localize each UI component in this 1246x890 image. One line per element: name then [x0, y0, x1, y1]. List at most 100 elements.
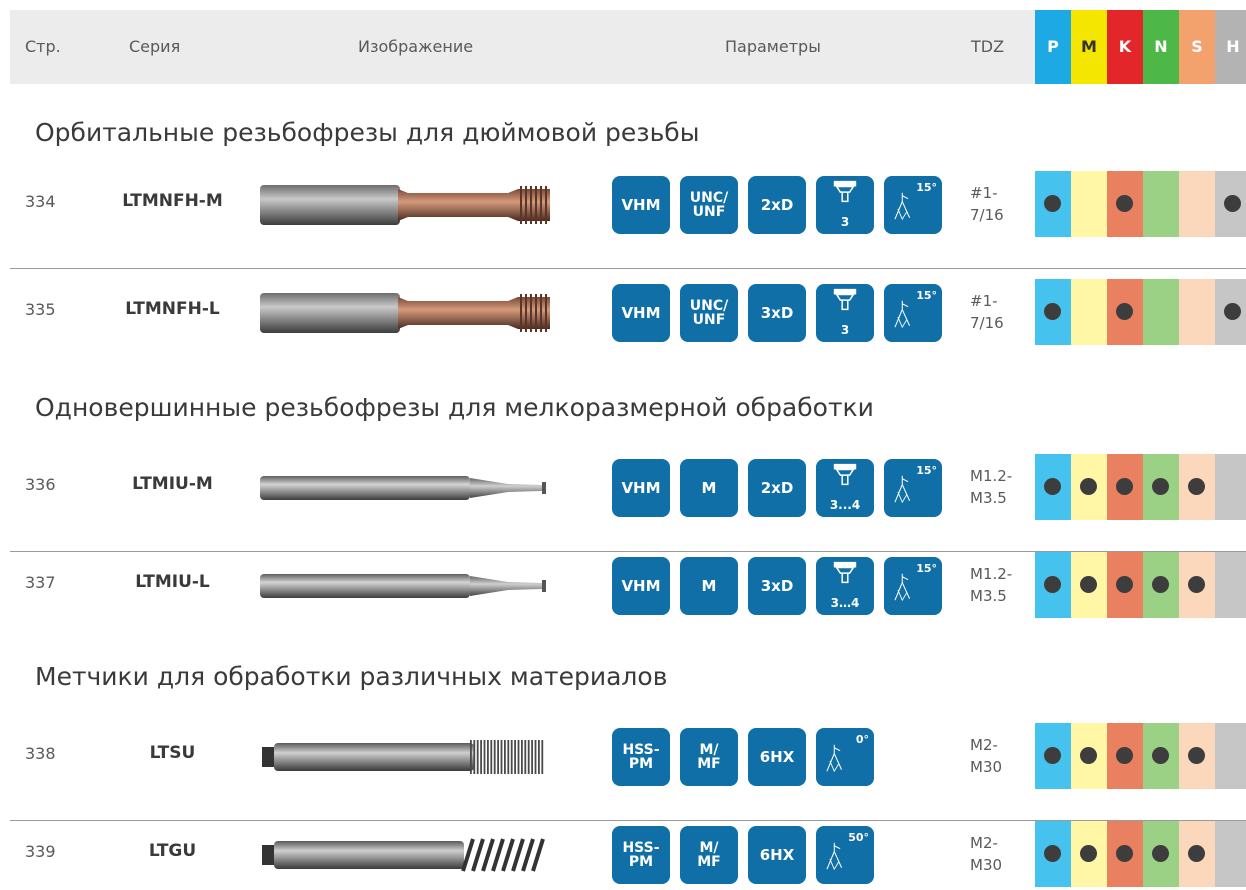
suitability-dot [1152, 747, 1169, 764]
section-title: Метчики для обработки различных материал… [35, 662, 668, 691]
thread-mill-icon [260, 293, 550, 333]
material-cell-s [1179, 723, 1215, 789]
suitability-dot [1188, 747, 1205, 764]
suitability-dot [1188, 576, 1205, 593]
badge-label: HSS- [622, 742, 660, 758]
tdz-line: M2- [970, 736, 998, 754]
badge-label: UNC/ [689, 190, 729, 206]
badge-label: UNC/ [689, 298, 729, 314]
angle-badge: 15° [884, 459, 942, 517]
material-header-h: H [1215, 10, 1246, 84]
material-cell-k [1107, 171, 1143, 237]
helix-angle-icon [894, 475, 911, 504]
header-tdz: TDZ [971, 37, 1005, 56]
param-badge: UNC/UNF [680, 176, 738, 234]
param-badge: 3xD [748, 284, 806, 342]
material-cell-s [1179, 171, 1215, 237]
table-row: 336 LTMIU-M VHM M 2xD 3...4 15° M1.2- M3.5 [0, 448, 1246, 528]
series-name: LTMNFH-L [125, 299, 220, 319]
suitability-dot [1152, 478, 1169, 495]
tdz-line: M1.2- [970, 467, 1013, 485]
badge-label: 2xD [760, 195, 794, 214]
badge-label: PM [628, 854, 654, 870]
suitability-dot [1116, 576, 1133, 593]
param-badge: HSS- PM [612, 826, 670, 884]
material-cell-s [1179, 552, 1215, 618]
section-title: Орбитальные резьбофрезы для дюймовой рез… [35, 118, 700, 147]
param-badge: M/MF [680, 728, 738, 786]
badge-label: MF [697, 854, 721, 870]
suitability-dot [1044, 845, 1061, 862]
page-number: 336 [25, 475, 56, 494]
flute-badge: 3 [816, 284, 874, 342]
material-cell-p [1035, 821, 1071, 887]
tool-image [258, 825, 558, 885]
single-point-mill-icon [260, 574, 546, 598]
helix-angle-icon [826, 842, 843, 871]
tool-image [258, 175, 558, 235]
badge-label: VHM [621, 478, 661, 497]
row-divider [10, 268, 1246, 269]
suitability-dot [1116, 303, 1133, 320]
page-number: 338 [25, 744, 56, 763]
series-name: LTGU [148, 841, 197, 861]
angle-badge: 0° [816, 728, 874, 786]
tool-image [258, 458, 558, 518]
tdz-line: M3.5 [970, 489, 1007, 507]
suitability-dot [1044, 303, 1061, 320]
material-cell-n [1143, 171, 1179, 237]
header-series: Серия [129, 37, 181, 56]
suitability-dot [1188, 845, 1205, 862]
badge-label: 6HX [759, 747, 795, 766]
series-name: LTMNFH-M [122, 191, 223, 211]
material-cell-h [1215, 723, 1246, 789]
tdz-line: M1.2- [970, 565, 1013, 583]
param-badge: M [680, 459, 738, 517]
param-badge: 3xD [748, 557, 806, 615]
suitability-dot [1044, 747, 1061, 764]
param-badge: UNC/UNF [680, 284, 738, 342]
flute-count: 3 [840, 323, 850, 337]
param-badge: M/MF [680, 826, 738, 884]
param-badge: 6HX [748, 728, 806, 786]
flute-count: 3...4 [829, 498, 861, 512]
param-badge: HSS- PM [612, 728, 670, 786]
tool-image [258, 283, 558, 343]
badge-label: 6HX [759, 845, 795, 864]
suitability-dot [1116, 195, 1133, 212]
table-row: 338 LTSU HSS- PM M/MF 6HX 0° M2- M30 [0, 717, 1246, 797]
page-number: 339 [25, 842, 56, 861]
material-cell-s [1179, 454, 1215, 520]
spiral-tap-icon [262, 838, 545, 872]
angle-badge: 15° [884, 557, 942, 615]
badge-label: VHM [621, 576, 661, 595]
material-cell-p [1035, 171, 1071, 237]
badge-label: UNF [692, 204, 726, 220]
tdz-line: #1- [970, 184, 998, 202]
suitability-dot [1080, 576, 1097, 593]
tdz-range: M1.2- M3.5 [970, 563, 1012, 607]
helix-angle-icon [826, 744, 843, 773]
material-cell-h [1215, 552, 1246, 618]
badge-label: M/ [699, 840, 719, 856]
material-cell-h [1215, 279, 1246, 345]
angle-value: 50° [848, 831, 869, 844]
flute-count: 3…4 [830, 596, 860, 610]
material-cell-s [1179, 821, 1215, 887]
material-cell-m [1071, 821, 1107, 887]
param-badge: M [680, 557, 738, 615]
material-cell-m [1071, 723, 1107, 789]
badge-label: M [701, 478, 717, 497]
angle-badge: 15° [884, 284, 942, 342]
helix-angle-icon [894, 192, 911, 221]
badge-label: VHM [621, 195, 661, 214]
material-cell-h [1215, 821, 1246, 887]
helix-angle-icon [894, 300, 911, 329]
tdz-range: M2- M30 [970, 734, 1002, 778]
tdz-line: 7/16 [970, 206, 1004, 224]
tdz-range: #1- 7/16 [970, 182, 1004, 226]
material-cell-p [1035, 454, 1071, 520]
flute-count-icon [833, 180, 857, 203]
series-name: LTMIU-L [135, 572, 210, 592]
tdz-line: M3.5 [970, 587, 1007, 605]
